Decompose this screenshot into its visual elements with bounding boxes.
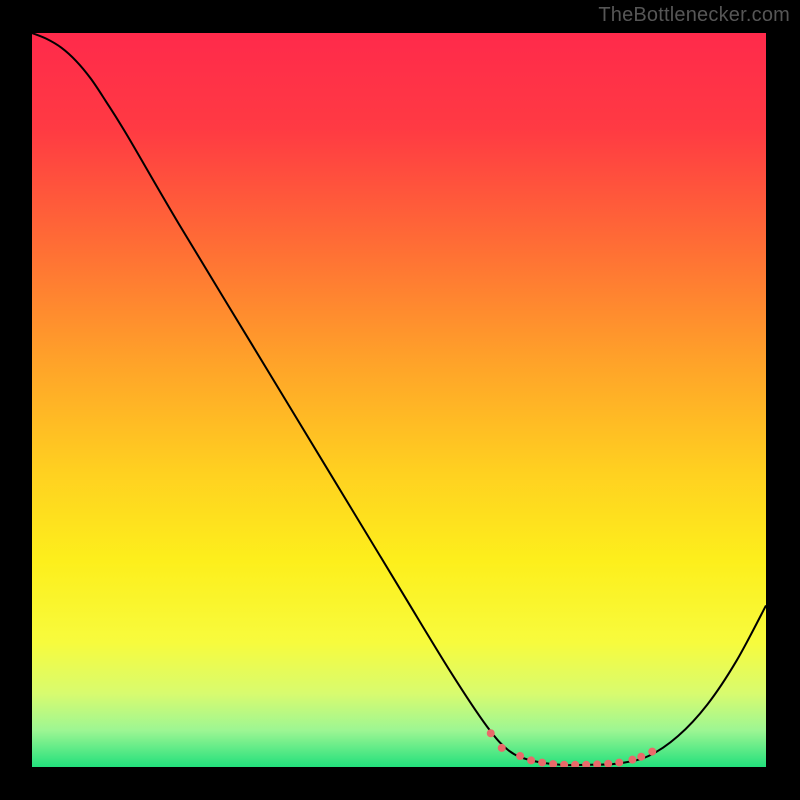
- marker-point: [527, 756, 535, 764]
- watermark-label: TheBottlenecker.com: [598, 4, 790, 27]
- chart-stage: { "watermark": "TheBottlenecker.com", "c…: [0, 0, 800, 800]
- marker-point: [648, 748, 656, 756]
- marker-point: [538, 759, 546, 767]
- chart-background: [32, 33, 766, 767]
- marker-point: [615, 759, 623, 767]
- marker-point: [628, 756, 636, 764]
- marker-point: [516, 752, 524, 760]
- marker-point: [498, 744, 506, 752]
- marker-point: [637, 753, 645, 761]
- chart-plot: [32, 33, 766, 767]
- marker-point: [487, 729, 495, 737]
